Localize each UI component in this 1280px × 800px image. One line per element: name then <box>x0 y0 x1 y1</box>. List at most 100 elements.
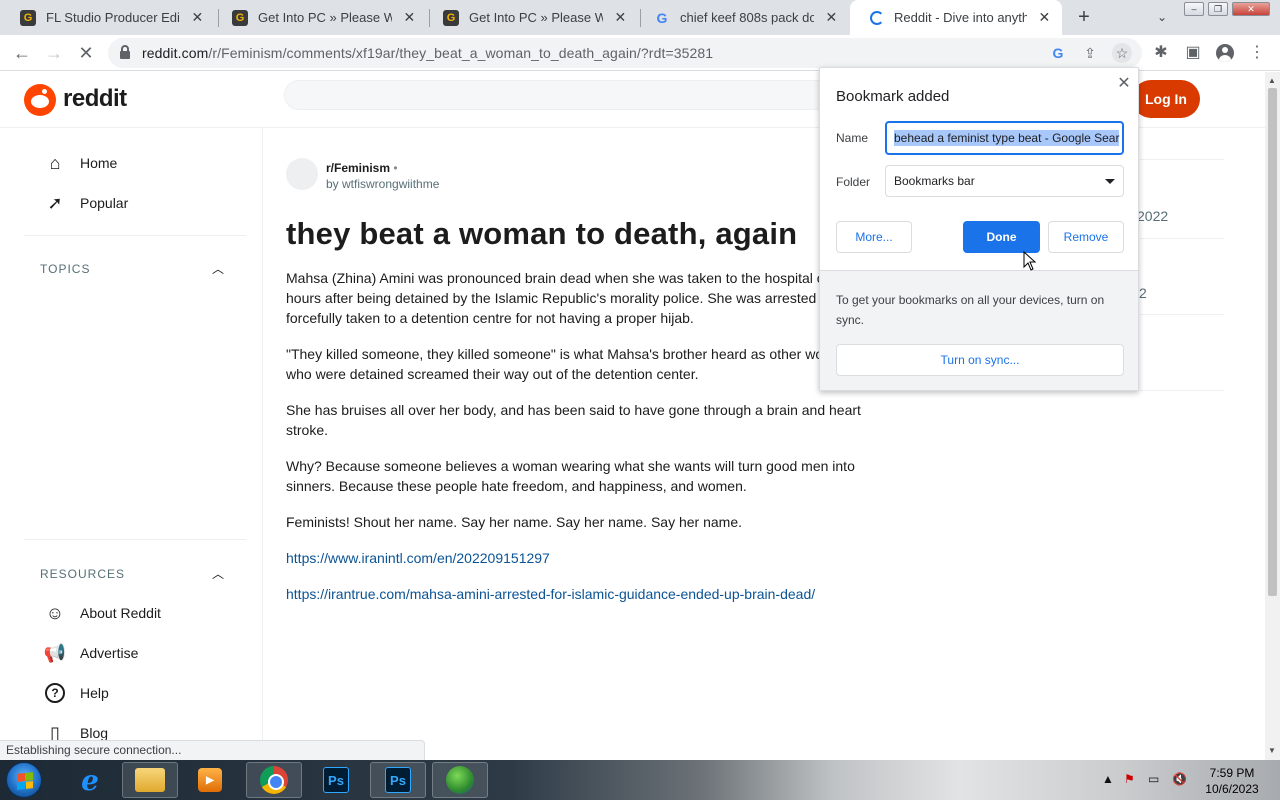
topics-heading[interactable]: TOPICS <box>40 262 90 276</box>
profile-avatar-icon[interactable] <box>1214 42 1236 64</box>
sync-message: To get your bookmarks on all your device… <box>836 293 1105 327</box>
new-tab-button[interactable]: + <box>1072 5 1096 29</box>
divider <box>1140 238 1224 239</box>
subreddit-avatar[interactable] <box>286 158 318 190</box>
taskbar-chrome[interactable] <box>246 762 302 798</box>
show-hidden-icons-arrow[interactable]: ▲ <box>1102 772 1114 786</box>
network-icon[interactable]: ▭ <box>1148 772 1159 786</box>
loading-spinner-icon <box>870 10 884 25</box>
post-author[interactable]: by wtfiswrongwiithme <box>326 177 439 191</box>
sidebar-item-advertise[interactable]: 📢 Advertise <box>43 641 139 665</box>
megaphone-icon: 📢 <box>43 642 67 663</box>
minimize-button[interactable]: – <box>1184 2 1204 16</box>
scroll-up-arrow-icon[interactable]: ▲ <box>1268 76 1276 85</box>
url-text[interactable]: reddit.com/r/Feminism/comments/xf19ar/th… <box>142 45 713 61</box>
tab-fl-studio[interactable]: G FL Studio Producer Edition ✕ <box>0 0 215 35</box>
getintopc-g-icon: G <box>443 9 459 26</box>
back-button[interactable]: ← <box>8 39 36 67</box>
reddit-wordmark[interactable]: reddit <box>63 85 127 113</box>
tab-reddit[interactable]: Reddit - Dive into anything ✕ <box>850 0 1062 35</box>
remove-button[interactable]: Remove <box>1048 221 1124 253</box>
done-button[interactable]: Done <box>963 221 1040 253</box>
reddit-alien-icon: ☺ <box>45 602 65 623</box>
chevron-up-icon[interactable]: ︿ <box>212 565 224 582</box>
tab-getintopc-2[interactable]: G Get Into PC » Please Wait Fi ✕ <box>423 0 638 35</box>
taskbar-clock[interactable]: 7:59 PM 10/6/2023 <box>1196 765 1268 797</box>
taskbar-photoshop-1[interactable]: Ps <box>308 762 364 798</box>
divider <box>1140 390 1224 391</box>
home-icon: ⌂ <box>49 152 61 173</box>
stop-loading-button[interactable]: ✕ <box>72 39 100 67</box>
taskbar-file-explorer[interactable] <box>122 762 178 798</box>
folder-select[interactable]: Bookmarks bar <box>885 165 1124 197</box>
scroll-down-arrow-icon[interactable]: ▼ <box>1268 746 1276 755</box>
action-center-flag-icon[interactable]: ⚑ <box>1124 772 1135 786</box>
google-lens-icon[interactable]: G <box>1048 43 1068 63</box>
sidebar-item-about-reddit[interactable]: ☺ About Reddit <box>44 601 161 625</box>
close-tab-icon[interactable]: ✕ <box>1037 9 1052 26</box>
tab-title: Get Into PC » Please Wait Fi <box>469 10 603 25</box>
share-icon[interactable]: ⇪ <box>1080 43 1100 63</box>
close-tab-icon[interactable]: ✕ <box>824 9 839 26</box>
left-sidebar: ⌂ Home ➚ Popular TOPICS ︿ RESOURCES ︿ ☺ … <box>0 128 263 743</box>
sync-promo: To get your bookmarks on all your device… <box>820 270 1138 390</box>
sidebar-item-label: Help <box>80 685 109 701</box>
turn-on-sync-button[interactable]: Turn on sync... <box>836 344 1124 376</box>
bookmark-name-input[interactable]: behead a feminist type beat - Google Sea… <box>885 121 1124 155</box>
browser-tab-strip: G FL Studio Producer Edition ✕ G Get Int… <box>0 0 1280 35</box>
reddit-logo-icon[interactable] <box>24 84 56 116</box>
post-paragraph: "They killed someone, they killed someon… <box>286 346 824 382</box>
sidebar-item-help[interactable]: ? Help <box>44 681 109 705</box>
dialog-title: Bookmark added <box>836 88 950 105</box>
side-panel-icon[interactable]: ▣ <box>1182 42 1204 64</box>
close-window-button[interactable]: ✕ <box>1232 2 1270 16</box>
bookmark-name-value: behead a feminist type beat - Google Sea… <box>894 130 1120 146</box>
address-bar[interactable]: reddit.com/r/Feminism/comments/xf19ar/th… <box>108 38 1142 68</box>
forward-button[interactable]: → <box>40 39 68 67</box>
photoshop-icon: Ps <box>323 767 349 793</box>
mouse-cursor-icon <box>1023 251 1037 271</box>
volume-muted-icon[interactable]: 🔇 <box>1172 772 1187 786</box>
name-label: Name <box>836 131 869 145</box>
scrollbar-thumb[interactable] <box>1268 88 1277 596</box>
taskbar-media-player[interactable]: ▶ <box>182 762 238 798</box>
taskbar-globe-app[interactable] <box>432 762 488 798</box>
divider <box>24 235 246 236</box>
post-link-iranintl[interactable]: https://www.iranintl.com/en/202209151297 <box>286 550 550 566</box>
card-date-fragment: 2 <box>1139 285 1147 301</box>
folder-label: Folder <box>836 175 871 189</box>
post-link-irantrue[interactable]: https://irantrue.com/mahsa-amini-arreste… <box>286 586 815 602</box>
page-scrollbar[interactable]: ▲ ▼ <box>1265 72 1280 760</box>
sidebar-item-popular[interactable]: ➚ Popular <box>44 191 128 215</box>
card-date-fragment: 2022 <box>1137 208 1169 224</box>
start-button[interactable] <box>6 762 42 798</box>
extensions-puzzle-icon[interactable]: ✱ <box>1150 42 1172 64</box>
divider <box>24 539 246 540</box>
close-tab-icon[interactable]: ✕ <box>190 9 205 26</box>
sidebar-item-home[interactable]: ⌂ Home <box>44 151 118 175</box>
bookmark-star-icon[interactable]: ☆ <box>1112 43 1132 63</box>
subreddit-link[interactable]: r/Feminism • <box>326 161 398 175</box>
close-tab-icon[interactable]: ✕ <box>402 9 417 26</box>
taskbar-internet-explorer[interactable]: e <box>62 762 118 798</box>
resources-heading[interactable]: RESOURCES <box>40 567 125 581</box>
more-button[interactable]: More... <box>836 221 912 253</box>
getintopc-g-icon: G <box>232 9 248 26</box>
tab-google-search[interactable]: G chief keef 808s pack downlo ✕ <box>634 0 849 35</box>
close-tab-icon[interactable]: ✕ <box>613 9 628 26</box>
login-button[interactable]: Log In <box>1132 80 1200 118</box>
post-title: they beat a woman to death, again <box>286 216 798 251</box>
photoshop-icon: Ps <box>385 767 411 793</box>
chrome-menu-icon[interactable]: ⋮ <box>1246 42 1268 64</box>
windows-flag-icon <box>17 772 33 790</box>
tab-search-button[interactable]: ⌄ <box>1150 5 1174 29</box>
lock-icon[interactable] <box>120 44 130 59</box>
globe-icon <box>446 766 474 794</box>
restore-button[interactable]: ❐ <box>1208 2 1228 16</box>
chevron-up-icon[interactable]: ︿ <box>212 260 224 277</box>
tab-getintopc-1[interactable]: G Get Into PC » Please Wait Fi ✕ <box>212 0 427 35</box>
tab-title: Reddit - Dive into anything <box>894 10 1027 25</box>
reddit-search-input[interactable] <box>284 80 844 110</box>
taskbar-photoshop-2[interactable]: Ps <box>370 762 426 798</box>
close-icon[interactable]: ✕ <box>1114 74 1134 94</box>
